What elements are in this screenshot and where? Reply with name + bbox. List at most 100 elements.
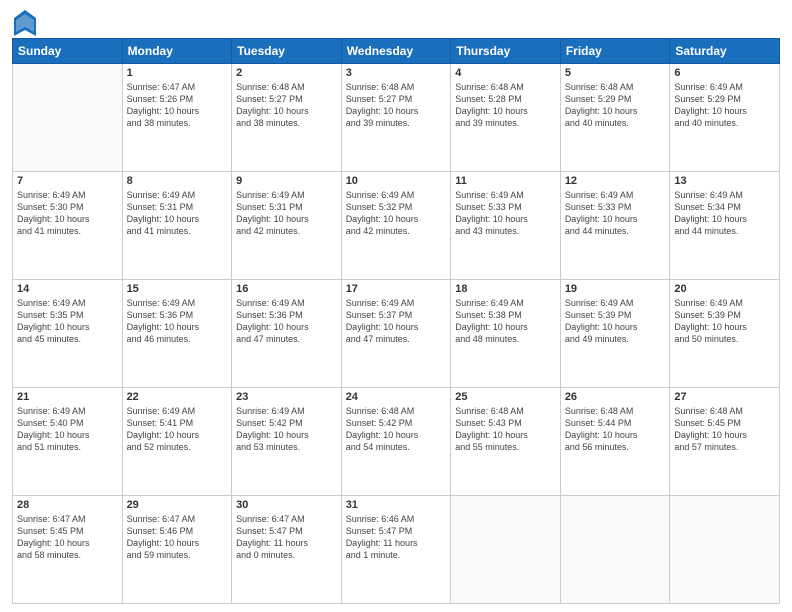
day-number: 23	[236, 391, 337, 403]
day-info: Sunrise: 6:49 AM Sunset: 5:30 PM Dayligh…	[17, 189, 118, 238]
day-info: Sunrise: 6:47 AM Sunset: 5:45 PM Dayligh…	[17, 513, 118, 562]
calendar-cell: 6 Sunrise: 6:49 AM Sunset: 5:29 PM Daylig…	[670, 64, 780, 172]
day-number: 7	[17, 175, 118, 187]
calendar-cell: 10 Sunrise: 6:49 AM Sunset: 5:32 PM Dayli…	[341, 172, 451, 280]
day-number: 9	[236, 175, 337, 187]
day-info: Sunrise: 6:48 AM Sunset: 5:44 PM Dayligh…	[565, 405, 666, 454]
calendar-cell	[13, 64, 123, 172]
day-info: Sunrise: 6:49 AM Sunset: 5:31 PM Dayligh…	[236, 189, 337, 238]
day-number: 29	[127, 499, 228, 511]
calendar-week-5: 28 Sunrise: 6:47 AM Sunset: 5:45 PM Dayli…	[13, 496, 780, 604]
calendar-cell: 9 Sunrise: 6:49 AM Sunset: 5:31 PM Daylig…	[232, 172, 342, 280]
day-number: 18	[455, 283, 556, 295]
calendar-cell: 8 Sunrise: 6:49 AM Sunset: 5:31 PM Daylig…	[122, 172, 232, 280]
calendar-cell: 29 Sunrise: 6:47 AM Sunset: 5:46 PM Dayli…	[122, 496, 232, 604]
weekday-header-row: SundayMondayTuesdayWednesdayThursdayFrid…	[13, 39, 780, 64]
day-number: 3	[346, 67, 447, 79]
day-info: Sunrise: 6:49 AM Sunset: 5:33 PM Dayligh…	[455, 189, 556, 238]
day-info: Sunrise: 6:46 AM Sunset: 5:47 PM Dayligh…	[346, 513, 447, 562]
day-number: 14	[17, 283, 118, 295]
day-number: 12	[565, 175, 666, 187]
day-info: Sunrise: 6:49 AM Sunset: 5:39 PM Dayligh…	[565, 297, 666, 346]
day-info: Sunrise: 6:49 AM Sunset: 5:42 PM Dayligh…	[236, 405, 337, 454]
calendar-cell: 3 Sunrise: 6:48 AM Sunset: 5:27 PM Daylig…	[341, 64, 451, 172]
calendar-cell: 31 Sunrise: 6:46 AM Sunset: 5:47 PM Dayli…	[341, 496, 451, 604]
calendar-cell: 21Sunrise: 6:49 AM Sunset: 5:40 PM Dayli…	[13, 388, 123, 496]
day-number: 26	[565, 391, 666, 403]
day-info: Sunrise: 6:48 AM Sunset: 5:45 PM Dayligh…	[674, 405, 775, 454]
day-info: Sunrise: 6:49 AM Sunset: 5:35 PM Dayligh…	[17, 297, 118, 346]
calendar-cell: 16 Sunrise: 6:49 AM Sunset: 5:36 PM Dayli…	[232, 280, 342, 388]
day-info: Sunrise: 6:47 AM Sunset: 5:46 PM Dayligh…	[127, 513, 228, 562]
calendar-table: SundayMondayTuesdayWednesdayThursdayFrid…	[12, 38, 780, 604]
weekday-header-monday: Monday	[122, 39, 232, 64]
calendar-week-4: 21Sunrise: 6:49 AM Sunset: 5:40 PM Dayli…	[13, 388, 780, 496]
day-number: 1	[127, 67, 228, 79]
weekday-header-sunday: Sunday	[13, 39, 123, 64]
calendar-cell: 24 Sunrise: 6:48 AM Sunset: 5:42 PM Dayli…	[341, 388, 451, 496]
page: SundayMondayTuesdayWednesdayThursdayFrid…	[0, 0, 792, 612]
calendar-cell: 1 Sunrise: 6:47 AM Sunset: 5:26 PM Daylig…	[122, 64, 232, 172]
calendar-week-3: 14 Sunrise: 6:49 AM Sunset: 5:35 PM Dayli…	[13, 280, 780, 388]
calendar-cell: 22 Sunrise: 6:49 AM Sunset: 5:41 PM Dayli…	[122, 388, 232, 496]
day-number: 19	[565, 283, 666, 295]
day-number: 8	[127, 175, 228, 187]
day-number: 5	[565, 67, 666, 79]
day-info: Sunrise: 6:48 AM Sunset: 5:42 PM Dayligh…	[346, 405, 447, 454]
day-info: Sunrise: 6:49 AM Sunset: 5:40 PM Dayligh…	[17, 405, 118, 454]
day-number: 28	[17, 499, 118, 511]
day-info: Sunrise: 6:48 AM Sunset: 5:29 PM Dayligh…	[565, 81, 666, 130]
day-info: Sunrise: 6:49 AM Sunset: 5:37 PM Dayligh…	[346, 297, 447, 346]
calendar-cell: 11Sunrise: 6:49 AM Sunset: 5:33 PM Dayli…	[451, 172, 561, 280]
calendar-cell: 2Sunrise: 6:48 AM Sunset: 5:27 PM Daylig…	[232, 64, 342, 172]
day-info: Sunrise: 6:49 AM Sunset: 5:36 PM Dayligh…	[127, 297, 228, 346]
calendar-cell: 28 Sunrise: 6:47 AM Sunset: 5:45 PM Dayli…	[13, 496, 123, 604]
calendar-cell: 15Sunrise: 6:49 AM Sunset: 5:36 PM Dayli…	[122, 280, 232, 388]
day-number: 16	[236, 283, 337, 295]
day-number: 4	[455, 67, 556, 79]
day-info: Sunrise: 6:48 AM Sunset: 5:27 PM Dayligh…	[346, 81, 447, 130]
header	[12, 10, 780, 32]
day-info: Sunrise: 6:49 AM Sunset: 5:32 PM Dayligh…	[346, 189, 447, 238]
weekday-header-wednesday: Wednesday	[341, 39, 451, 64]
day-info: Sunrise: 6:49 AM Sunset: 5:39 PM Dayligh…	[674, 297, 775, 346]
day-info: Sunrise: 6:48 AM Sunset: 5:28 PM Dayligh…	[455, 81, 556, 130]
calendar-cell: 4 Sunrise: 6:48 AM Sunset: 5:28 PM Daylig…	[451, 64, 561, 172]
calendar-cell	[560, 496, 670, 604]
weekday-header-thursday: Thursday	[451, 39, 561, 64]
calendar-cell: 20 Sunrise: 6:49 AM Sunset: 5:39 PM Dayli…	[670, 280, 780, 388]
day-info: Sunrise: 6:48 AM Sunset: 5:43 PM Dayligh…	[455, 405, 556, 454]
day-number: 25	[455, 391, 556, 403]
day-info: Sunrise: 6:49 AM Sunset: 5:41 PM Dayligh…	[127, 405, 228, 454]
calendar-week-1: 1 Sunrise: 6:47 AM Sunset: 5:26 PM Daylig…	[13, 64, 780, 172]
day-number: 10	[346, 175, 447, 187]
day-info: Sunrise: 6:47 AM Sunset: 5:26 PM Dayligh…	[127, 81, 228, 130]
calendar-cell: 14 Sunrise: 6:49 AM Sunset: 5:35 PM Dayli…	[13, 280, 123, 388]
calendar-cell: 25 Sunrise: 6:48 AM Sunset: 5:43 PM Dayli…	[451, 388, 561, 496]
day-number: 31	[346, 499, 447, 511]
weekday-header-friday: Friday	[560, 39, 670, 64]
calendar-cell: 26 Sunrise: 6:48 AM Sunset: 5:44 PM Dayli…	[560, 388, 670, 496]
day-info: Sunrise: 6:49 AM Sunset: 5:31 PM Dayligh…	[127, 189, 228, 238]
day-number: 22	[127, 391, 228, 403]
day-info: Sunrise: 6:47 AM Sunset: 5:47 PM Dayligh…	[236, 513, 337, 562]
day-info: Sunrise: 6:49 AM Sunset: 5:29 PM Dayligh…	[674, 81, 775, 130]
calendar-cell: 7 Sunrise: 6:49 AM Sunset: 5:30 PM Daylig…	[13, 172, 123, 280]
weekday-header-tuesday: Tuesday	[232, 39, 342, 64]
day-number: 17	[346, 283, 447, 295]
day-number: 6	[674, 67, 775, 79]
day-info: Sunrise: 6:49 AM Sunset: 5:33 PM Dayligh…	[565, 189, 666, 238]
calendar-cell: 12 Sunrise: 6:49 AM Sunset: 5:33 PM Dayli…	[560, 172, 670, 280]
day-info: Sunrise: 6:49 AM Sunset: 5:36 PM Dayligh…	[236, 297, 337, 346]
weekday-header-saturday: Saturday	[670, 39, 780, 64]
calendar-cell: 5 Sunrise: 6:48 AM Sunset: 5:29 PM Daylig…	[560, 64, 670, 172]
day-info: Sunrise: 6:49 AM Sunset: 5:34 PM Dayligh…	[674, 189, 775, 238]
calendar-cell: 18Sunrise: 6:49 AM Sunset: 5:38 PM Dayli…	[451, 280, 561, 388]
calendar-cell: 17 Sunrise: 6:49 AM Sunset: 5:37 PM Dayli…	[341, 280, 451, 388]
calendar-cell: 27Sunrise: 6:48 AM Sunset: 5:45 PM Dayli…	[670, 388, 780, 496]
day-number: 20	[674, 283, 775, 295]
day-number: 24	[346, 391, 447, 403]
calendar-cell: 13Sunrise: 6:49 AM Sunset: 5:34 PM Dayli…	[670, 172, 780, 280]
calendar-cell: 23 Sunrise: 6:49 AM Sunset: 5:42 PM Dayli…	[232, 388, 342, 496]
day-info: Sunrise: 6:48 AM Sunset: 5:27 PM Dayligh…	[236, 81, 337, 130]
